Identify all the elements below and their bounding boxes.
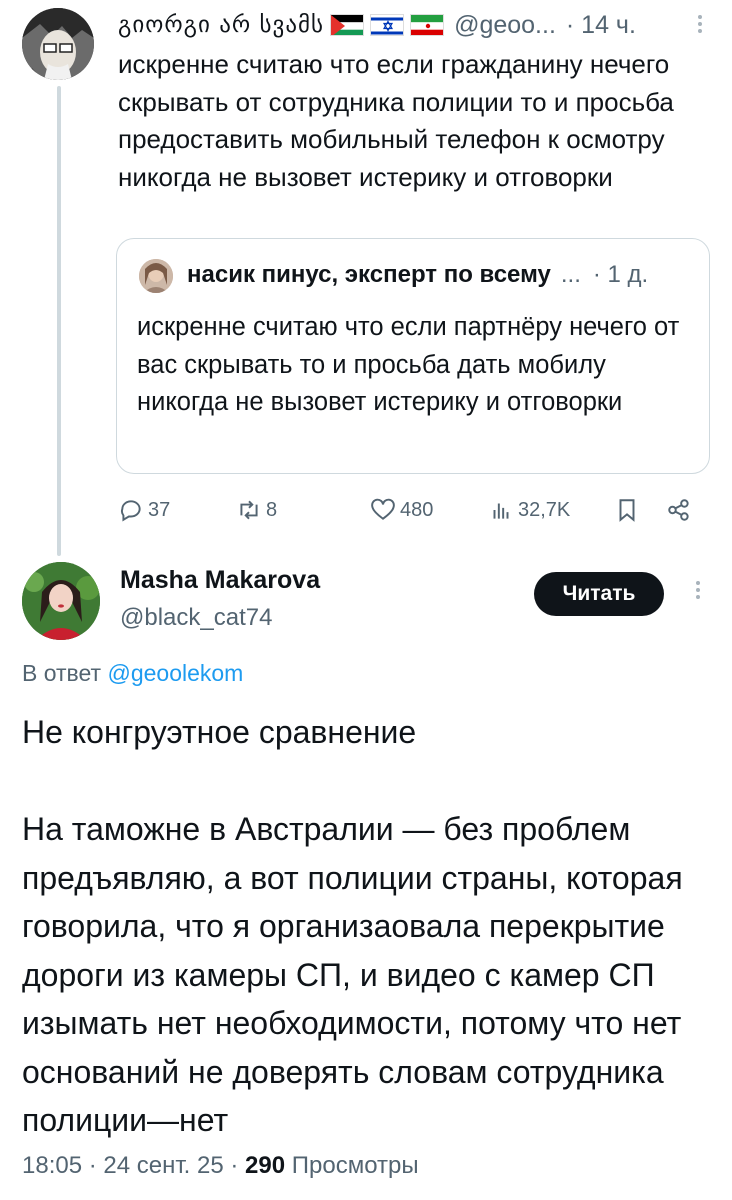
views-count: 32,7K: [518, 498, 571, 521]
follow-button[interactable]: Читать: [534, 572, 664, 616]
reply-prefix: В ответ: [22, 660, 102, 686]
reply-timestamp[interactable]: 18:05 · 24 сент. 25 ·: [22, 1152, 238, 1179]
parent-tweet-text: искренне считаю что если гражданину нече…: [118, 49, 674, 192]
reply-views-count: 290: [245, 1152, 286, 1179]
quoted-author-avatar: [139, 259, 173, 293]
parent-author-name[interactable]: გიორგი არ სვამს: [118, 12, 324, 38]
parent-author-handle[interactable]: @geoo...: [454, 11, 556, 40]
repost-icon: [240, 500, 258, 520]
reply-meta: 18:05 · 24 сент. 25 · 290 Просмотры: [22, 1152, 419, 1180]
parent-tweet-header: გიორგი არ სვამს @geoo... · 14 ч.: [118, 10, 636, 40]
iran-flag-icon: [410, 14, 445, 36]
bookmark-icon: [619, 499, 635, 522]
reply-author-avatar[interactable]: [22, 562, 100, 640]
quoted-tweet-card[interactable]: насик пинус, эксперт по всему ... · 1 д.…: [116, 238, 710, 474]
reply-button[interactable]: 37: [118, 492, 170, 528]
views-icon: [493, 503, 509, 519]
quoted-tweet-time: · 1 д.: [592, 261, 649, 288]
reply-views-label: Просмотры: [291, 1152, 419, 1179]
like-button[interactable]: 480: [370, 492, 433, 528]
quoted-name-ellipsis: ...: [560, 261, 581, 288]
repost-button[interactable]: 8: [236, 492, 277, 528]
thread-line: [57, 86, 61, 556]
share-button[interactable]: [666, 492, 692, 528]
quoted-tweet-text: искренне считаю что если партнёру нечего…: [137, 313, 680, 416]
reply-context: В ответ @geoolekom: [22, 660, 243, 687]
parent-more-icon[interactable]: [692, 12, 708, 42]
reply-more-icon[interactable]: [690, 578, 706, 608]
reply-author-name[interactable]: Masha Makarova: [120, 566, 320, 595]
parent-action-bar: 37 8 480 32,7K: [118, 492, 710, 528]
reply-icon: [120, 500, 141, 522]
reply-author-handle[interactable]: @black_cat74: [120, 604, 272, 632]
reply-mention-link[interactable]: @geoolekom: [107, 660, 243, 686]
quoted-tweet-header: насик пинус, эксперт по всему ... · 1 д.: [187, 261, 648, 289]
share-icon: [668, 499, 689, 521]
bookmark-button[interactable]: [614, 492, 640, 528]
quoted-author-name: насик пинус, эксперт по всему: [187, 261, 551, 288]
reply-count: 37: [148, 498, 171, 521]
parent-tweet-time[interactable]: · 14 ч.: [566, 11, 636, 40]
repost-count: 8: [266, 498, 278, 521]
palestine-flag-icon: [330, 14, 365, 36]
heart-icon: [371, 498, 395, 520]
like-count: 480: [400, 498, 434, 521]
israel-flag-icon: [370, 14, 405, 36]
reply-tweet-text: Не конгруэтное сравнение На таможне в Ав…: [22, 714, 683, 1138]
views-button[interactable]: 32,7K: [488, 492, 570, 528]
parent-author-avatar[interactable]: [22, 8, 94, 80]
